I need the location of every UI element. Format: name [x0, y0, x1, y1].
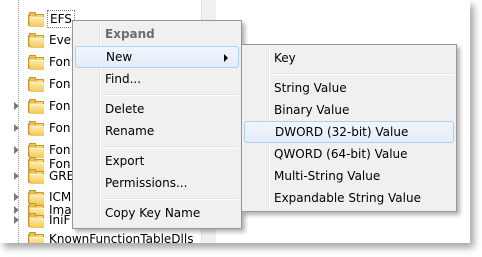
folder-icon	[28, 213, 44, 228]
menu-item-new-label: New	[106, 50, 133, 64]
folder-icon	[28, 99, 44, 114]
expand-arrow-icon[interactable]	[14, 146, 19, 154]
menu-separator	[103, 94, 238, 96]
tree-item-label: EFS	[47, 10, 75, 28]
menu-item-copy-key-name[interactable]: Copy Key Name	[75, 202, 239, 224]
tree-item-label: Fon	[49, 99, 71, 113]
tree-item-label: Fon	[49, 121, 71, 135]
menu-item-new[interactable]: New	[75, 46, 239, 68]
menu-item-permissions[interactable]: Permissions...	[75, 172, 239, 194]
tree-item-label: Fon	[49, 55, 71, 69]
tree-item-label: IniF	[49, 213, 71, 227]
registry-editor-window: EFS Eve Fon Fon Fon Fon Fon Fon GRE ICM …	[0, 0, 470, 243]
folder-icon	[28, 232, 44, 243]
tree-item-label: Eve	[49, 33, 72, 47]
folder-icon	[28, 12, 44, 27]
menu-item-rename[interactable]: Rename	[75, 120, 239, 142]
submenu-item-expandable-string-value[interactable]: Expandable String Value	[244, 187, 454, 209]
context-menu: Expand New Find... Delete Rename Export …	[72, 20, 242, 229]
folder-icon	[28, 55, 44, 70]
menu-separator	[272, 73, 453, 75]
submenu-arrow-icon	[224, 54, 228, 62]
submenu-item-qword-value[interactable]: QWORD (64-bit) Value	[244, 143, 454, 165]
expand-arrow-icon[interactable]	[14, 102, 19, 110]
folder-icon	[28, 169, 44, 184]
submenu-item-multi-string-value[interactable]: Multi-String Value	[244, 165, 454, 187]
submenu-item-binary-value[interactable]: Binary Value	[244, 99, 454, 121]
folder-icon	[28, 77, 44, 92]
folder-icon	[28, 33, 44, 48]
expand-arrow-icon[interactable]	[14, 124, 19, 132]
tree-item-label: GRE	[49, 169, 75, 183]
tree-item-label: Fon	[49, 77, 71, 91]
expand-arrow-icon[interactable]	[14, 216, 19, 224]
menu-separator	[103, 146, 238, 148]
submenu-item-dword-value[interactable]: DWORD (32-bit) Value	[244, 121, 454, 143]
expand-arrow-icon[interactable]	[14, 172, 19, 180]
submenu-item-key[interactable]: Key	[244, 47, 454, 69]
tree-item[interactable]: KnownFunctionTableDlls	[0, 229, 210, 243]
tree-item-label: KnownFunctionTableDlls	[49, 232, 194, 243]
menu-item-delete[interactable]: Delete	[75, 98, 239, 120]
menu-separator	[103, 198, 238, 200]
menu-item-export[interactable]: Export	[75, 150, 239, 172]
menu-item-find[interactable]: Find...	[75, 68, 239, 90]
menu-item-expand[interactable]: Expand	[75, 23, 239, 45]
folder-icon	[28, 121, 44, 136]
new-submenu: Key String Value Binary Value DWORD (32-…	[241, 44, 457, 212]
submenu-item-string-value[interactable]: String Value	[244, 77, 454, 99]
